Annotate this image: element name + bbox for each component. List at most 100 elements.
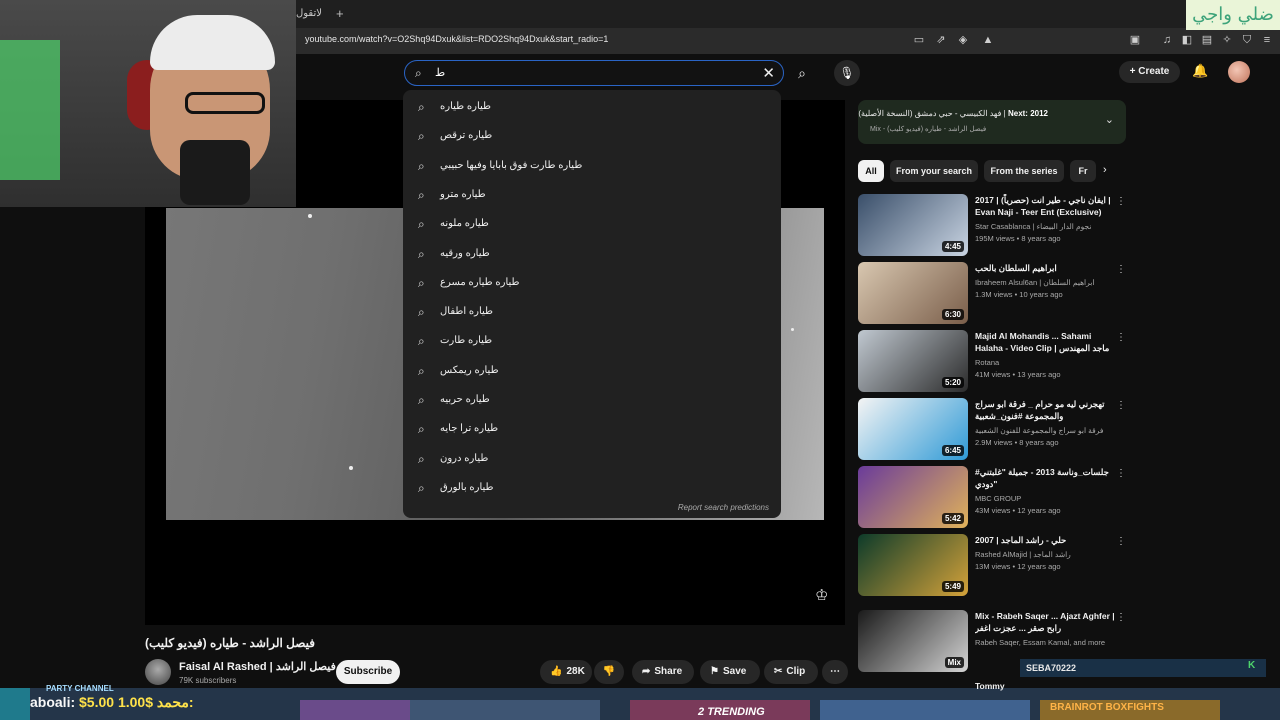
account-avatar[interactable] bbox=[1228, 61, 1250, 83]
url-text[interactable]: youtube.com/watch?v=O2Shq94Dxuk&list=RDO… bbox=[305, 34, 608, 44]
channel-name[interactable]: Faisal Al Rashed | فيصل الراشد bbox=[179, 660, 336, 673]
save-button[interactable]: ⚑ Save bbox=[700, 660, 760, 684]
related-video-item[interactable]: 5:49 2007 | حلي - راشد الماجد Rashed AlMaj… bbox=[858, 534, 1130, 598]
related-video-item[interactable]: 5:20 Majid Al Mohandis ... Sahami Halaha … bbox=[858, 330, 1130, 394]
related-video-title[interactable]: ايفان ناجي - طير انت (حصرياً) | 2017 | E… bbox=[975, 194, 1115, 218]
search-button[interactable]: ⌕ bbox=[788, 60, 816, 86]
related-video-item[interactable]: 4:45 ايفان ناجي - طير انت (حصرياً) | 2017… bbox=[858, 194, 1130, 258]
dislike-button[interactable]: 👎 bbox=[594, 660, 624, 684]
ai-icon[interactable]: ✧ bbox=[1220, 33, 1234, 47]
suggestion-item[interactable]: ⌕ طياره طارت فوق بابايا وفيها حبيبي bbox=[403, 156, 781, 178]
rewards-icon[interactable]: ▲ bbox=[981, 33, 995, 47]
video-thumbnail[interactable]: 4:45 bbox=[858, 194, 968, 256]
suggestion-item[interactable]: ⌕ طياره بالورق bbox=[403, 478, 781, 500]
related-video-title[interactable]: #جلسات_وناسة 2013 - جميلة "غلبتني دودي" bbox=[975, 466, 1115, 490]
related-video-item[interactable]: 6:45 تهجرني ليه مو حرام _ فرقة ابو سراج و… bbox=[858, 398, 1130, 462]
video-thumbnail[interactable]: 5:42 bbox=[858, 466, 968, 528]
clip-button[interactable]: ✂ Clip bbox=[764, 660, 818, 684]
suggestion-item[interactable]: ⌕ طياره ترقص bbox=[403, 126, 781, 148]
chip-all[interactable]: All bbox=[858, 160, 884, 182]
suggestion-item[interactable]: ⌕ طياره اطفال bbox=[403, 302, 781, 324]
playlist-next-card[interactable]: فهد الكبيسي - حبي دمشق (النسخة الأصلية) … bbox=[858, 100, 1126, 144]
suggestion-text: طياره طياره bbox=[440, 101, 491, 112]
browser-tab[interactable]: لاتقول bbox=[296, 4, 322, 24]
suggestion-item[interactable]: ⌕ طياره طياره bbox=[403, 97, 781, 119]
related-channel-name[interactable]: Rabeh Saqer, Essam Kamal, and more bbox=[975, 638, 1115, 647]
report-predictions-link[interactable]: Report search predictions bbox=[678, 503, 769, 512]
like-button[interactable]: 👍 28K bbox=[540, 660, 592, 684]
cast-icon[interactable]: ▭ bbox=[912, 33, 926, 47]
related-channel-name[interactable]: فرقة ابو سراج والمجموعة للفنون الشعبية bbox=[975, 426, 1115, 435]
video-thumbnail[interactable]: 5:49 bbox=[858, 534, 968, 596]
scissors-icon: ✂ bbox=[774, 666, 783, 677]
suggestion-item[interactable]: ⌕ طياره طارت bbox=[403, 331, 781, 353]
related-video-item[interactable]: 6:30 ابراهيم السلطان بالحب Ibraheem Alsul6… bbox=[858, 262, 1130, 326]
suggestion-text: طياره بالورق bbox=[440, 481, 494, 493]
more-vert-icon[interactable]: ⋮ bbox=[1116, 468, 1126, 479]
panel-icon[interactable]: ◧ bbox=[1180, 33, 1194, 47]
suggestion-item[interactable]: ⌕ طياره ترا جايه bbox=[403, 419, 781, 441]
related-channel-name[interactable]: Rashed AlMajid | راشد الماجد bbox=[975, 550, 1115, 559]
chevron-down-icon[interactable]: ⌄ bbox=[1105, 113, 1114, 126]
subscribe-button[interactable]: Subscribe bbox=[336, 660, 400, 684]
new-tab-button[interactable]: + bbox=[336, 4, 344, 24]
more-vert-icon[interactable]: ⋮ bbox=[1116, 400, 1126, 411]
search-query[interactable]: ط bbox=[435, 66, 445, 79]
suggestion-item[interactable]: ⌕ طياره ورقيه bbox=[403, 244, 781, 266]
channel-watermark-icon[interactable]: ♔ bbox=[815, 586, 828, 604]
search-icon: ⌕ bbox=[418, 100, 425, 114]
suggestion-item[interactable]: ⌕ طياره ريمكس bbox=[403, 361, 781, 383]
suggestion-item[interactable]: ⌕ طياره مترو bbox=[403, 185, 781, 207]
sidebar-icon[interactable]: ▣ bbox=[1128, 33, 1142, 47]
create-button[interactable]: + Create bbox=[1119, 61, 1180, 83]
clear-search-icon[interactable]: ✕ bbox=[762, 64, 775, 82]
share-button[interactable]: ➦ Share bbox=[632, 660, 694, 684]
channel-avatar[interactable] bbox=[145, 659, 171, 685]
related-video-title[interactable]: تهجرني ليه مو حرام _ فرقة ابو سراج والمج… bbox=[975, 398, 1115, 422]
vpn-icon[interactable]: ⛉ bbox=[1240, 33, 1254, 47]
related-channel-name[interactable]: MBC GROUP bbox=[975, 494, 1115, 503]
subscriber-count: 79K subscribers bbox=[179, 676, 237, 685]
suggestion-item[interactable]: ⌕ طياره ملونه bbox=[403, 214, 781, 236]
video-thumbnail[interactable]: 5:20 bbox=[858, 330, 968, 392]
chip-from-the-series[interactable]: From the series bbox=[984, 160, 1064, 182]
related-channel-name[interactable]: Rotana bbox=[975, 358, 1115, 367]
related-channel-name[interactable]: Ibraheem Alsul6an | ابراهيم السلطان bbox=[975, 278, 1115, 287]
search-icon: ⌕ bbox=[418, 422, 425, 437]
related-video-title[interactable]: ابراهيم السلطان بالحب bbox=[975, 262, 1115, 274]
menu-icon[interactable]: ≡ bbox=[1260, 33, 1274, 47]
video-thumbnail[interactable]: 6:30 bbox=[858, 262, 968, 324]
video-thumbnail[interactable]: Mix bbox=[858, 610, 968, 672]
search-icon: ⌕ bbox=[418, 305, 425, 320]
wallet-icon[interactable]: ▤ bbox=[1200, 33, 1214, 47]
related-channel-name[interactable]: Star Casablanca | نجوم الدار البيضاء bbox=[975, 222, 1115, 231]
more-vert-icon[interactable]: ⋮ bbox=[1116, 536, 1126, 547]
search-input[interactable]: ⌕ ط ✕ bbox=[404, 60, 784, 86]
more-vert-icon[interactable]: ⋮ bbox=[1116, 196, 1126, 207]
more-vert-icon[interactable]: ⋮ bbox=[1116, 332, 1126, 343]
share-icon[interactable]: ⇗ bbox=[934, 33, 948, 47]
related-video-title[interactable]: Mix - Rabeh Saqer ... Ajazt Aghfer | راب… bbox=[975, 610, 1115, 634]
suggestion-item[interactable]: ⌕ طياره طياره مسرع bbox=[403, 273, 781, 295]
notifications-icon[interactable]: 🔔 bbox=[1192, 63, 1208, 79]
more-vert-icon[interactable]: ⋮ bbox=[1116, 612, 1126, 623]
search-icon: ⌕ bbox=[418, 217, 425, 232]
video-thumbnail[interactable]: 6:45 bbox=[858, 398, 968, 460]
video-duration: 5:42 bbox=[941, 513, 964, 524]
trending-label: 2 TRENDING bbox=[698, 706, 765, 718]
suggestion-item[interactable]: ⌕ طياره درون bbox=[403, 449, 781, 471]
related-video-item[interactable]: 5:42 #جلسات_وناسة 2013 - جميلة "غلبتني دو… bbox=[858, 466, 1130, 530]
music-icon[interactable]: ♫ bbox=[1160, 33, 1174, 47]
suggestion-item[interactable]: ⌕ طياره حربيه bbox=[403, 390, 781, 412]
kick-icon: K bbox=[1248, 660, 1256, 671]
voice-search-icon[interactable]: 🎙 bbox=[834, 60, 860, 86]
chip-from[interactable]: Fr bbox=[1070, 160, 1096, 182]
chip-from-your-search[interactable]: From your search bbox=[890, 160, 978, 182]
brave-shield-icon[interactable]: ◈ bbox=[956, 33, 970, 47]
more-vert-icon[interactable]: ⋮ bbox=[1116, 264, 1126, 275]
donation-ticker: aboali: $5.00 1.00$ محمد: bbox=[30, 694, 194, 710]
related-video-title[interactable]: Majid Al Mohandis ... Sahami Halaha - Vi… bbox=[975, 330, 1115, 354]
chevron-right-icon[interactable]: › bbox=[1103, 164, 1107, 176]
more-actions-button[interactable]: ⋯ bbox=[822, 660, 848, 684]
related-video-title[interactable]: 2007 | حلي - راشد الماجد bbox=[975, 534, 1115, 546]
